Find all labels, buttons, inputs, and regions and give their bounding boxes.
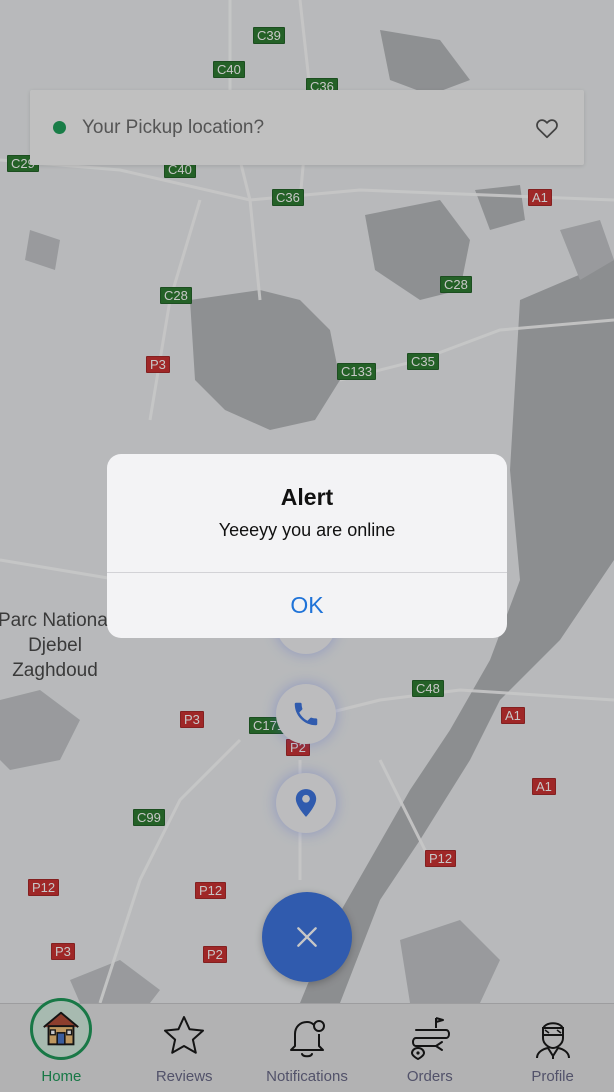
alert-ok-button[interactable]: OK: [107, 573, 507, 638]
alert-dialog: Alert Yeeeyy you are online OK: [107, 454, 507, 638]
alert-message: Yeeeyy you are online: [218, 520, 396, 540]
alert-title: Alert: [280, 484, 334, 510]
